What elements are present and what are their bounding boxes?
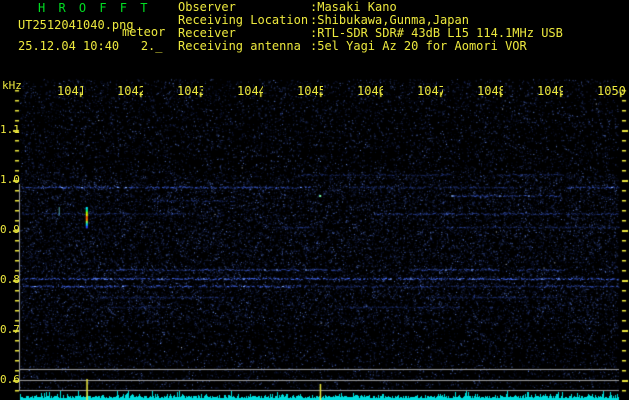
hrofft-spectrogram-image: H R O F F T UT2512041040.png meteor 25.1… <box>0 0 629 400</box>
time-tick-label: 1047 <box>417 84 443 97</box>
time-tick-label: 1043 <box>177 84 203 97</box>
freq-axis: 1.1 1.0 0.9 0.8 0.7 0.6 <box>0 0 20 400</box>
field-label-receiving-antenna: Receiving antenna <box>178 39 301 53</box>
time-tick-label: 1046 <box>357 84 383 97</box>
time-tick-label: 1048 <box>477 84 503 97</box>
freq-tick-label: 0.7 <box>0 323 20 336</box>
time-axis: 1041 1042 1043 1044 1045 1046 1047 1048 1049 1050 <box>0 84 629 98</box>
time-tick-label: 1049 <box>537 84 563 97</box>
field-value-receiving-antenna: :5el Yagi Az 20 for Aomori VOR <box>310 39 527 53</box>
spectrogram-canvas <box>0 0 629 400</box>
time-tick-label: 1044 <box>237 84 263 97</box>
freq-tick-label: 0.9 <box>0 223 20 236</box>
time-tick-label: 1042 <box>117 84 143 97</box>
datetime-label: 25.12.04 10:40 2._ <box>18 39 163 53</box>
freq-tick-label: 0.6 <box>0 373 20 386</box>
app-title: H R O F F T <box>38 1 151 15</box>
freq-tick-label: 1.1 <box>0 123 20 136</box>
time-tick-label: 1045 <box>297 84 323 97</box>
time-tick-label: 1041 <box>57 84 83 97</box>
freq-tick-label: 1.0 <box>0 173 20 186</box>
freq-tick-label: 0.8 <box>0 273 20 286</box>
mode-label: meteor <box>122 25 166 39</box>
filename-label: UT2512041040.png <box>18 18 134 32</box>
time-tick-label: 1050 <box>597 84 626 97</box>
